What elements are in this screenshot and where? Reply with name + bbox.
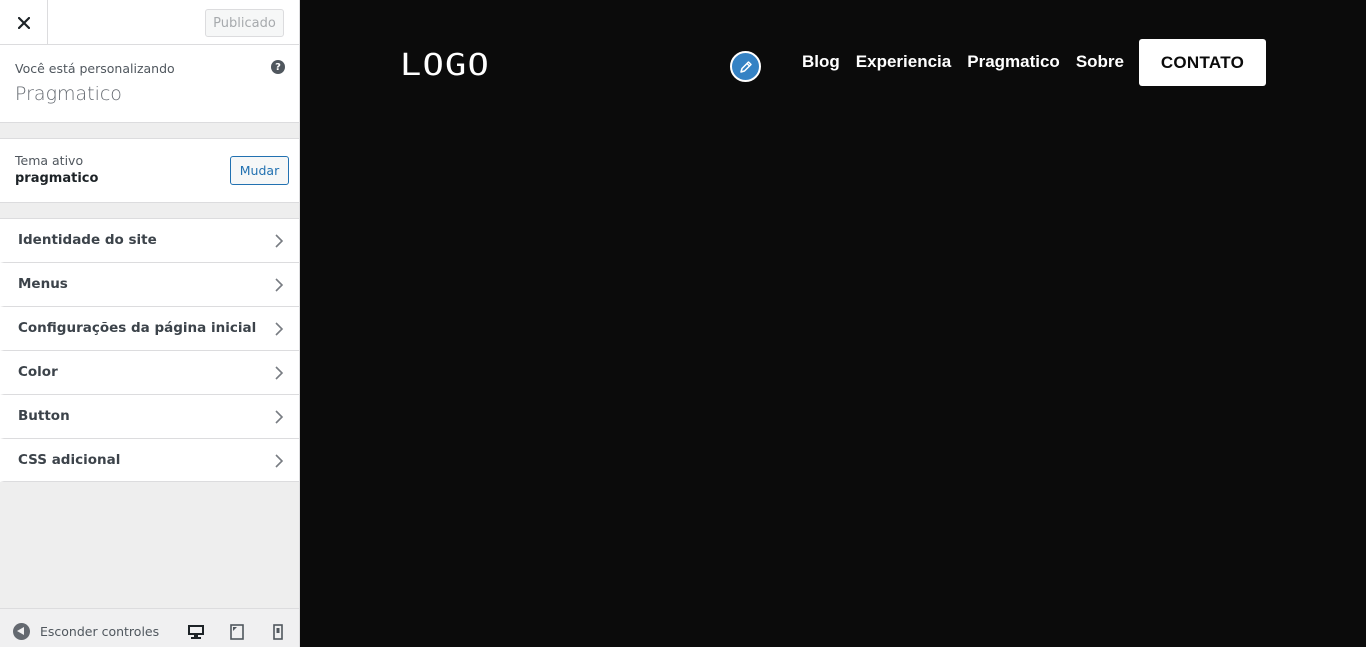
panel-label: Identidade do site (18, 232, 157, 248)
panel-button[interactable]: Button (0, 395, 299, 439)
change-theme-button[interactable]: Mudar (230, 156, 289, 185)
customizer-header: Publicado (0, 0, 299, 45)
customizer-panels: Identidade do site Menus Configurações d… (0, 218, 299, 482)
panel-label: CSS adicional (18, 452, 121, 468)
customizer-footer: Esconder controles (0, 608, 299, 647)
nav-link-experiencia[interactable]: Experiencia (856, 52, 951, 72)
active-theme-section: Tema ativo pragmatico Mudar (0, 138, 299, 203)
panel-menus[interactable]: Menus (0, 263, 299, 307)
nav-link-sobre[interactable]: Sobre (1076, 52, 1124, 72)
hide-controls-label: Esconder controles (40, 624, 160, 639)
panel-label: Configurações da página inicial (18, 320, 257, 336)
chevron-right-icon (275, 366, 284, 380)
active-theme-name: pragmatico (15, 171, 99, 186)
panel-label: Menus (18, 276, 68, 292)
mobile-icon[interactable] (273, 624, 283, 640)
publish-button[interactable]: Publicado (205, 9, 284, 37)
close-icon (17, 16, 30, 29)
customizing-info: Você está personalizando Pragmatico ? (0, 45, 299, 123)
desktop-icon[interactable] (187, 624, 205, 640)
nav-link-blog[interactable]: Blog (802, 52, 840, 72)
customizing-label: Você está personalizando (15, 61, 175, 76)
close-button[interactable] (0, 0, 48, 45)
collapse-arrow-icon (13, 623, 30, 640)
site-title: Pragmatico (15, 83, 122, 105)
primary-nav: Blog Experiencia Pragmatico Sobre (802, 52, 1124, 72)
panel-label: Button (18, 408, 70, 424)
edit-menu-shortcut[interactable] (730, 51, 761, 82)
pencil-icon (739, 60, 752, 73)
panel-label: Color (18, 364, 58, 380)
chevron-right-icon (275, 454, 284, 468)
active-theme-label: Tema ativo (15, 153, 84, 168)
customizer-sidebar: Publicado Você está personalizando Pragm… (0, 0, 300, 647)
tablet-icon[interactable] (230, 624, 244, 640)
chevron-right-icon (275, 278, 284, 292)
chevron-right-icon (275, 322, 284, 336)
help-icon[interactable]: ? (271, 60, 285, 74)
panel-homepage-settings[interactable]: Configurações da página inicial (0, 307, 299, 351)
nav-link-pragmatico[interactable]: Pragmatico (967, 52, 1060, 72)
hide-controls-button[interactable]: Esconder controles (13, 623, 159, 640)
chevron-right-icon (275, 234, 284, 248)
site-logo[interactable]: LOGO (400, 48, 490, 83)
contact-button[interactable]: CONTATO (1139, 39, 1266, 86)
panel-site-identity[interactable]: Identidade do site (0, 219, 299, 263)
panel-additional-css[interactable]: CSS adicional (0, 439, 299, 482)
panel-color[interactable]: Color (0, 351, 299, 395)
site-preview: LOGO Blog Experiencia Pragmatico Sobre C… (300, 0, 1366, 647)
chevron-right-icon (275, 410, 284, 424)
